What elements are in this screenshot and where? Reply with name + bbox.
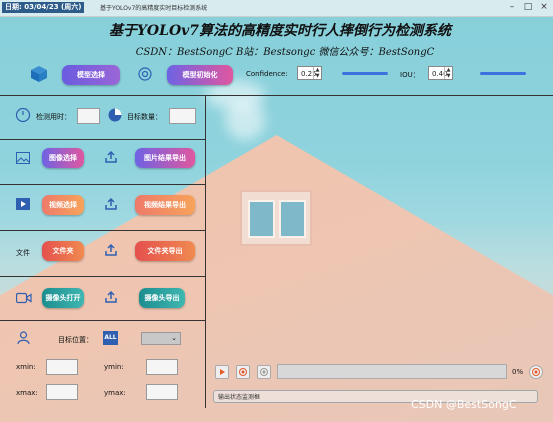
record-icon xyxy=(532,368,540,376)
time-label: 检测用时： xyxy=(36,113,71,121)
xmin-value-box xyxy=(46,359,78,375)
camera-icon xyxy=(16,292,32,304)
app-subtitle: CSDN：BestSongC B站：Bestsongc 微信公众号：BestSo… xyxy=(135,47,435,58)
divider xyxy=(0,139,205,140)
app-window: 日期: 03/04/23 (周六) 基于YOLOv7的高精度实时目标检测系统 –… xyxy=(0,0,553,422)
xmax-value-box xyxy=(46,384,78,400)
position-label: 目标位置： xyxy=(58,336,93,344)
settings-icon xyxy=(138,67,152,81)
video-select-button[interactable]: 视频选择 xyxy=(42,195,84,215)
divider xyxy=(0,184,205,185)
camera-export-button[interactable]: 摄像头导出 xyxy=(139,288,185,308)
confidence-spinbox[interactable]: 0.25 ▲ ▼ xyxy=(297,66,322,80)
record-icon xyxy=(239,368,247,376)
spin-arrows-icon[interactable]: ▲ ▼ xyxy=(444,67,452,79)
ymax-label: ymax: xyxy=(104,389,126,397)
divider xyxy=(0,276,205,277)
model-select-button[interactable]: 模型选择 xyxy=(62,65,120,85)
model-init-button[interactable]: 模型初始化 xyxy=(167,65,233,85)
export-icon[interactable] xyxy=(104,290,118,304)
user-icon xyxy=(17,331,30,345)
folder-export-button[interactable]: 文件夹导出 xyxy=(135,241,195,261)
count-value-box xyxy=(169,108,196,124)
window-title: 基于YOLOv7的高精度实时目标检测系统 xyxy=(100,5,208,12)
stop-icon xyxy=(260,368,268,376)
divider xyxy=(205,95,206,408)
maximize-button[interactable]: □ xyxy=(521,2,535,13)
window-titlebar: 日期: 03/04/23 (周六) 基于YOLOv7的高精度实时目标检测系统 –… xyxy=(0,0,553,17)
count-label: 目标数量： xyxy=(127,113,162,121)
video-export-button[interactable]: 视频结果导出 xyxy=(135,195,195,215)
all-badge: ALL xyxy=(103,331,118,345)
divider xyxy=(0,95,553,96)
stop-button[interactable] xyxy=(257,365,271,379)
xmin-label: xmin: xyxy=(16,363,36,371)
ymax-value-box xyxy=(146,384,178,400)
folder-open-button[interactable]: 文件夹 xyxy=(42,241,84,261)
datetime-label: 日期: 03/04/23 (周六) xyxy=(2,2,85,13)
export-icon[interactable] xyxy=(104,150,118,164)
background-cloud xyxy=(225,100,265,140)
xmax-label: xmax: xyxy=(16,389,38,397)
play-icon xyxy=(220,369,225,375)
pie-chart-icon xyxy=(108,108,122,122)
confidence-label: Confidence: xyxy=(246,70,288,78)
target-select-dropdown[interactable]: ⌄ xyxy=(141,332,181,345)
image-export-button[interactable]: 图片结果导出 xyxy=(135,148,195,168)
divider xyxy=(0,230,205,231)
confidence-slider[interactable] xyxy=(342,72,388,75)
settings-button[interactable] xyxy=(529,365,543,379)
watermark: CSDN @BestSongC xyxy=(411,398,517,411)
camera-open-button[interactable]: 摄像头打开 xyxy=(42,288,84,308)
video-icon xyxy=(16,198,30,210)
time-value-box xyxy=(77,108,100,124)
cube-icon xyxy=(31,66,47,82)
app-title: 基于YOLOv7算法的高精度实时行人摔倒行为检测系统 xyxy=(108,23,452,39)
export-icon[interactable] xyxy=(104,243,118,257)
iou-label: IOU： xyxy=(400,71,420,79)
ymin-label: ymin: xyxy=(104,363,124,371)
chevron-down-icon: ⌄ xyxy=(171,334,177,342)
image-select-button[interactable]: 图像选择 xyxy=(42,148,84,168)
export-icon[interactable] xyxy=(104,197,118,211)
spin-arrows-icon[interactable]: ▲ ▼ xyxy=(313,67,321,79)
divider xyxy=(0,320,205,321)
video-progress-bar[interactable] xyxy=(277,364,507,379)
ymin-value-box xyxy=(146,359,178,375)
folder-label: 文件 xyxy=(16,249,30,257)
play-button[interactable] xyxy=(215,365,229,379)
iou-slider[interactable] xyxy=(480,72,526,75)
background-window xyxy=(240,190,312,246)
progress-percent: 0% xyxy=(512,368,524,376)
close-button[interactable]: × xyxy=(537,2,551,13)
minimize-button[interactable]: – xyxy=(505,2,519,13)
record-button[interactable] xyxy=(236,365,250,379)
clock-icon xyxy=(15,107,31,123)
iou-spinbox[interactable]: 0.40 ▲ ▼ xyxy=(428,66,453,80)
image-icon xyxy=(16,152,30,164)
